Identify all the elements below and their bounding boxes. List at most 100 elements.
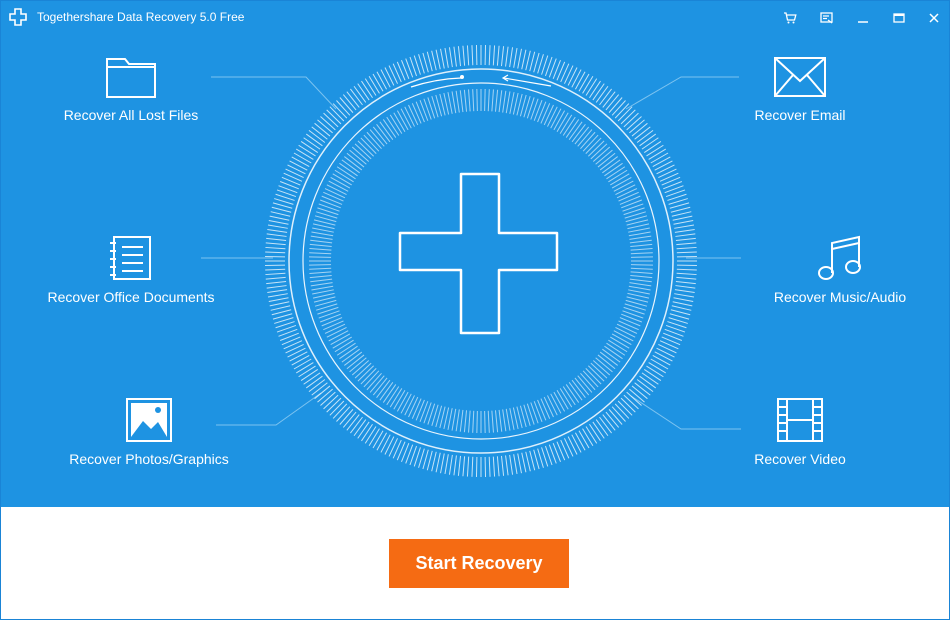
tick-mark: [265, 246, 286, 250]
tick-mark: [320, 391, 336, 406]
tick-mark: [676, 276, 697, 280]
tick-mark: [320, 116, 336, 131]
tick-mark: [496, 456, 500, 477]
tick-mark: [639, 133, 657, 147]
tick-mark: [630, 243, 653, 248]
arc-dot: [460, 75, 464, 79]
tick-mark: [615, 184, 636, 195]
tick-mark: [615, 327, 636, 338]
tick-mark: [311, 285, 334, 291]
tick-mark: [543, 396, 554, 418]
tick-mark: [462, 45, 466, 66]
tick-mark: [451, 408, 457, 431]
tick-mark: [309, 271, 332, 274]
tick-mark: [564, 65, 574, 84]
tick-mark: [599, 88, 612, 106]
tick-mark: [312, 289, 334, 295]
tick-mark: [487, 89, 490, 112]
recover-all-files-item[interactable]: Recover All Lost Files: [21, 55, 241, 123]
cart-button[interactable]: [780, 9, 800, 27]
tick-mark: [266, 280, 287, 285]
tick-mark: [505, 455, 509, 476]
tick-mark: [364, 426, 377, 444]
tick-mark: [466, 45, 470, 66]
tick-mark: [567, 436, 578, 455]
tick-mark: [582, 75, 594, 94]
tick-mark: [498, 90, 503, 113]
tick-mark: [265, 276, 286, 280]
tick-mark: [488, 45, 491, 66]
tick-mark: [303, 372, 321, 385]
tick-mark: [592, 83, 605, 101]
tick-mark: [308, 379, 326, 392]
tick-mark: [267, 224, 288, 229]
tick-mark: [431, 451, 437, 472]
tick-mark: [628, 285, 651, 291]
tick-mark: [336, 406, 351, 422]
tick-mark: [648, 148, 667, 160]
tick-mark: [268, 297, 289, 302]
tick-mark: [471, 456, 474, 477]
tick-mark: [533, 449, 540, 470]
tick-mark: [303, 137, 321, 150]
tick-mark: [426, 51, 433, 72]
tick-mark: [628, 227, 650, 233]
tick-mark: [270, 305, 291, 311]
tick-mark: [616, 188, 638, 199]
tick-mark: [661, 176, 681, 186]
tick-mark: [267, 289, 288, 294]
recover-office-documents-item[interactable]: Recover Office Documents: [21, 235, 241, 305]
tick-mark: [622, 203, 644, 212]
tick-mark: [636, 130, 654, 143]
recover-photos-item[interactable]: Recover Photos/Graphics: [39, 397, 259, 467]
recover-email-item[interactable]: Recover Email: [690, 55, 910, 123]
tick-mark: [440, 453, 445, 474]
tick-mark: [675, 285, 696, 289]
tick-mark: [652, 156, 671, 168]
recover-video-item[interactable]: Recover Video: [690, 397, 910, 467]
outer-ring: [288, 68, 674, 454]
tick-mark: [328, 330, 349, 342]
tick-mark: [329, 400, 345, 416]
tick-mark: [656, 347, 675, 358]
tick-mark: [659, 340, 679, 350]
tick-mark: [448, 47, 453, 68]
tick-mark: [630, 248, 653, 251]
tick-mark: [629, 388, 645, 403]
tick-mark: [448, 454, 453, 475]
cart-icon: [784, 12, 797, 24]
tick-mark: [364, 78, 377, 96]
tick-mark: [368, 75, 380, 94]
tick-mark: [556, 61, 566, 81]
tick-mark: [529, 450, 536, 471]
tick-mark: [623, 112, 639, 128]
register-button[interactable]: [817, 9, 837, 27]
tick-mark: [517, 48, 522, 69]
tick-mark: [630, 256, 653, 258]
tick-mark: [560, 439, 570, 459]
tick-mark: [617, 400, 633, 416]
tick-mark: [621, 313, 643, 323]
tick-mark: [509, 408, 515, 430]
tick-mark: [310, 278, 333, 283]
tick-mark: [672, 215, 693, 221]
tick-mark: [321, 317, 343, 327]
tick-mark: [619, 195, 641, 205]
minimize-button[interactable]: [853, 9, 873, 27]
recover-email-label: Recover Email: [754, 107, 846, 123]
tick-mark: [326, 397, 342, 413]
start-recovery-button[interactable]: Start Recovery: [389, 539, 569, 588]
tick-mark: [319, 313, 341, 323]
close-button[interactable]: [924, 9, 944, 27]
tick-mark: [530, 98, 539, 120]
recover-music-item[interactable]: Recover Music/Audio: [730, 235, 949, 305]
tick-mark: [550, 108, 562, 129]
minimize-icon: [858, 21, 868, 23]
tick-mark: [676, 246, 697, 250]
tick-mark: [295, 362, 314, 374]
tick-mark: [630, 252, 653, 255]
document-icon: [110, 236, 151, 280]
tick-mark: [670, 309, 691, 316]
tick-mark: [630, 264, 653, 266]
maximize-button[interactable]: [889, 9, 909, 27]
